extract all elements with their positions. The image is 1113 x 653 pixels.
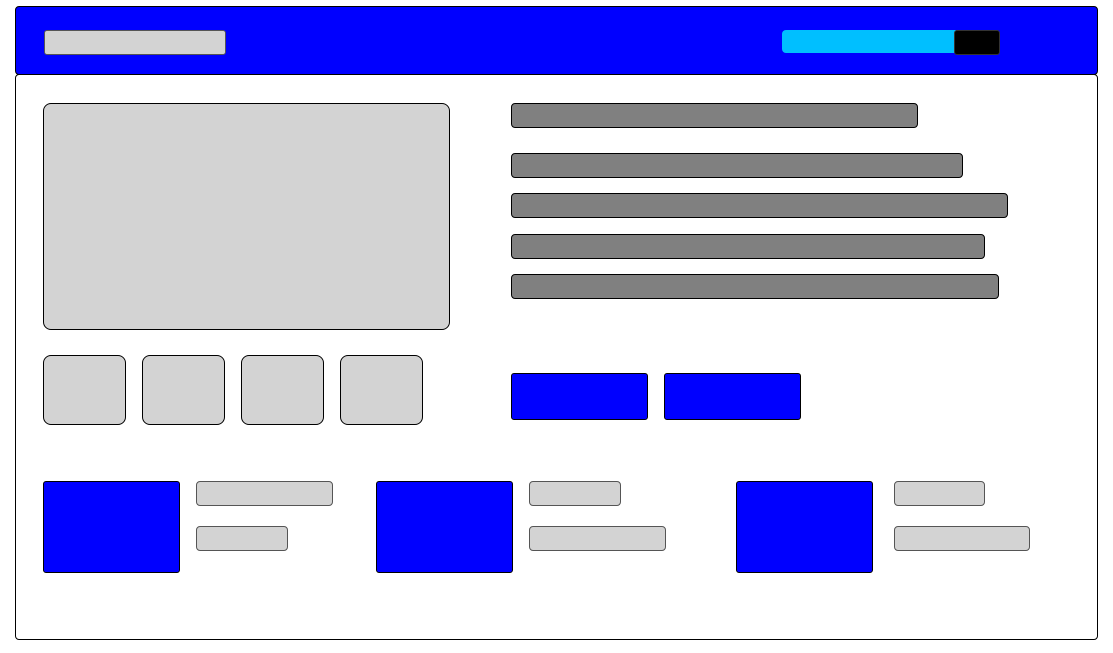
related-product-title-3[interactable] (894, 481, 985, 506)
related-product-title-2[interactable] (529, 481, 621, 506)
product-description-line-1 (511, 153, 963, 178)
related-product-image-3[interactable] (736, 481, 873, 573)
product-thumbnail-1[interactable] (43, 355, 126, 425)
product-main-image[interactable] (43, 103, 450, 330)
product-thumbnail-4[interactable] (340, 355, 423, 425)
search-button[interactable] (954, 30, 1000, 55)
related-product-price-2 (529, 526, 666, 551)
related-product-price-1 (196, 526, 288, 551)
related-product-title-1[interactable] (196, 481, 333, 506)
product-title (511, 103, 918, 128)
add-to-cart-button[interactable] (511, 373, 648, 420)
product-description-line-4 (511, 274, 999, 299)
related-product-price-3 (894, 526, 1030, 551)
product-thumbnail-2[interactable] (142, 355, 225, 425)
buy-now-button[interactable] (664, 373, 801, 420)
related-product-image-2[interactable] (376, 481, 513, 573)
site-logo[interactable] (44, 30, 226, 55)
product-description-line-2 (511, 193, 1008, 218)
related-product-image-1[interactable] (43, 481, 180, 573)
product-description-line-3 (511, 234, 985, 259)
product-thumbnail-3[interactable] (241, 355, 324, 425)
search-input[interactable] (782, 30, 956, 53)
